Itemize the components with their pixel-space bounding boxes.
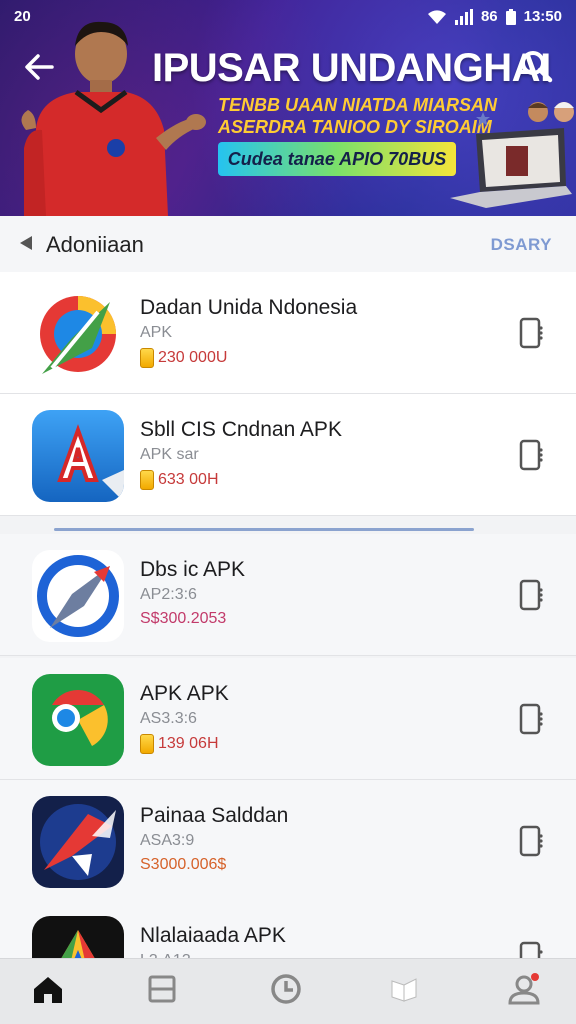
red-arrow-icon xyxy=(32,796,124,888)
list-item[interactable]: Sbll CIS Cndnan APK APK sar 633 00H xyxy=(0,394,576,516)
app-name: Dadan Unida Ndonesia xyxy=(140,296,358,319)
app-price-value: S3000.006$ xyxy=(140,856,227,873)
app-size: 633 00H xyxy=(140,470,219,490)
app-type: ASA3:9 xyxy=(140,832,195,849)
download-icon[interactable] xyxy=(518,438,544,472)
download-icon[interactable] xyxy=(518,824,544,858)
app-price-value: S$300.2053 xyxy=(140,610,227,627)
app-name: Sbll CIS Cndnan APK xyxy=(140,418,342,441)
app-type: APK xyxy=(140,324,173,341)
star-icon xyxy=(476,112,490,126)
coin-icon xyxy=(140,470,154,490)
battery-percent: 86 xyxy=(480,8,498,25)
banner-cta-button[interactable]: Cudea tanae APIO 70BUS xyxy=(218,142,456,176)
coin-icon xyxy=(140,734,154,754)
app-size-value: 230 000U xyxy=(158,349,228,366)
app-name: Dbs ic APK xyxy=(140,558,246,581)
section-header: Adoniiaan DSARY xyxy=(0,216,576,272)
back-arrow-icon[interactable] xyxy=(22,50,56,84)
app-size: 139 06H xyxy=(140,734,219,754)
app-price: S$300.2053 xyxy=(140,610,226,628)
green-chrome-icon xyxy=(32,674,124,766)
collapse-triangle-icon[interactable] xyxy=(20,236,32,250)
app-type: AP2:3:6 xyxy=(140,586,197,603)
banner-title: IPUSAR UNDANGHAI xyxy=(152,46,551,90)
status-time-right: 13:50 xyxy=(523,8,562,25)
panel-icon[interactable] xyxy=(142,969,182,1009)
download-icon[interactable] xyxy=(518,316,544,350)
app-size-value: 633 00H xyxy=(158,471,219,488)
app-type: APK sar xyxy=(140,446,199,463)
coin-icon xyxy=(140,348,154,368)
search-icon[interactable] xyxy=(518,48,554,84)
media-icon[interactable] xyxy=(384,969,424,1009)
letter-a-icon xyxy=(32,410,124,502)
bottom-navigation xyxy=(0,958,576,1024)
app-size: 230 000U xyxy=(140,348,227,368)
battery-icon xyxy=(505,8,516,25)
clock-icon[interactable] xyxy=(266,969,306,1009)
list-item[interactable]: Painaa Salddan ASA3:9 S3000.006$ xyxy=(0,780,576,902)
list-item[interactable]: APK APK AS3.3:6 139 06H xyxy=(0,658,576,780)
signal-icon xyxy=(454,8,473,25)
download-icon[interactable] xyxy=(518,578,544,612)
app-size-value: 139 06H xyxy=(158,735,219,752)
app-type: AS3.3:6 xyxy=(140,710,197,727)
app-name: APK APK xyxy=(140,682,229,705)
app-name: Nlalaiaada APK xyxy=(140,924,286,947)
section-title: Adoniiaan xyxy=(46,232,144,257)
wifi-icon xyxy=(427,9,446,24)
app-price: S3000.006$ xyxy=(140,856,226,874)
list-item[interactable]: Nlalaiaada APK L3.A13 xyxy=(0,900,576,974)
app-name: Painaa Salddan xyxy=(140,804,289,827)
scroll-divider xyxy=(54,528,474,531)
download-icon[interactable] xyxy=(518,702,544,736)
laptop-illustration xyxy=(450,128,572,208)
rocket-compass-icon xyxy=(32,550,124,642)
list-item[interactable]: Dadan Unida Ndonesia APK 230 000U xyxy=(0,272,576,394)
promo-banner[interactable]: 20 86 13:50 IPUSAR UNDANGHAI TENBB UAAN … xyxy=(0,0,576,216)
banner-subtitle-line-1: TENBB UAAN NIATDA MIARSAN xyxy=(218,95,497,115)
profile-icon[interactable] xyxy=(504,969,544,1009)
home-icon[interactable] xyxy=(28,969,68,1009)
red-swirl-icon xyxy=(32,288,124,380)
section-action-link[interactable]: DSARY xyxy=(491,235,552,255)
list-item[interactable]: Dbs ic APK AP2:3:6 S$300.2053 xyxy=(0,534,576,656)
